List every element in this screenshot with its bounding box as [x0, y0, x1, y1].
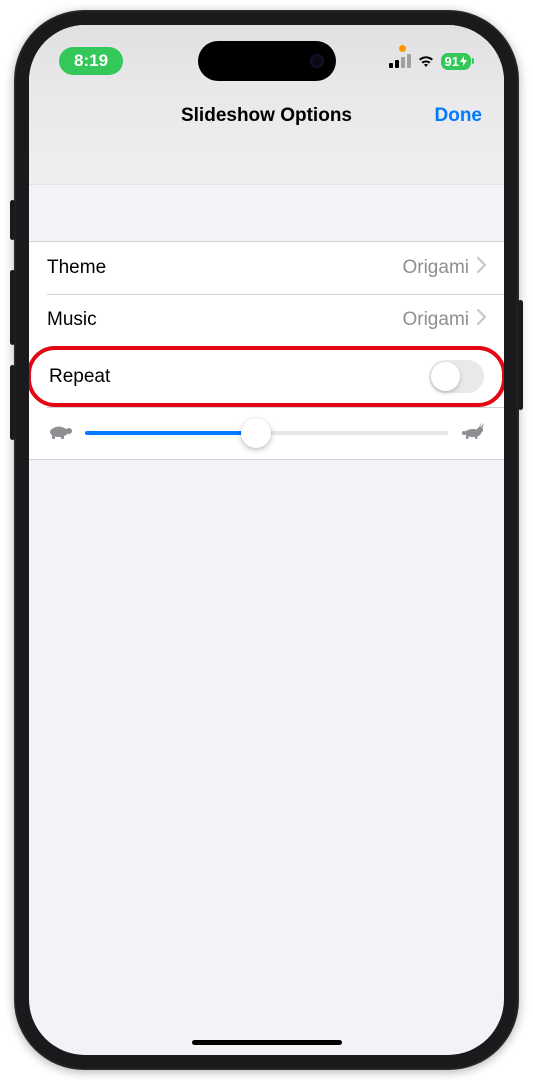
screen: 8:19 91: [29, 25, 504, 1055]
navigation-bar: Slideshow Options Done: [29, 85, 504, 185]
slider-thumb[interactable]: [241, 418, 271, 448]
battery-percent: 91: [445, 54, 459, 69]
battery-indicator: 91: [441, 53, 474, 70]
volume-up-button: [10, 270, 15, 345]
repeat-row[interactable]: Repeat: [29, 346, 504, 407]
music-label: Music: [47, 309, 97, 331]
silence-switch: [10, 200, 15, 240]
phone-frame: 8:19 91: [14, 10, 519, 1070]
chevron-right-icon: [477, 309, 486, 331]
done-button[interactable]: Done: [435, 105, 483, 127]
front-camera: [310, 54, 324, 68]
tortoise-icon: [47, 422, 73, 445]
status-time[interactable]: 8:19: [59, 47, 123, 75]
hare-icon: [460, 422, 486, 445]
theme-value-group: Origami: [402, 257, 486, 279]
volume-down-button: [10, 365, 15, 440]
options-list: Theme Origami Music Origami: [29, 241, 504, 460]
page-title: Slideshow Options: [181, 105, 352, 127]
speed-slider-row: [29, 407, 504, 459]
speed-slider[interactable]: [85, 431, 448, 435]
music-row[interactable]: Music Origami: [29, 294, 504, 346]
music-value: Origami: [402, 309, 469, 331]
mic-indicator-dot: [399, 45, 406, 52]
theme-label: Theme: [47, 257, 106, 279]
status-icons: 91: [389, 53, 474, 70]
home-indicator[interactable]: [192, 1040, 342, 1045]
cellular-signal-icon: [389, 54, 411, 68]
charging-icon: [460, 56, 467, 66]
repeat-label: Repeat: [49, 366, 110, 388]
theme-value: Origami: [402, 257, 469, 279]
dynamic-island: [198, 41, 336, 81]
theme-row[interactable]: Theme Origami: [29, 242, 504, 294]
wifi-icon: [417, 54, 435, 68]
toggle-knob: [431, 362, 460, 391]
power-button: [518, 300, 523, 410]
content-area: Theme Origami Music Origami: [29, 185, 504, 460]
slider-fill: [85, 431, 256, 435]
chevron-right-icon: [477, 257, 486, 279]
repeat-toggle[interactable]: [429, 360, 484, 393]
music-value-group: Origami: [402, 309, 486, 331]
